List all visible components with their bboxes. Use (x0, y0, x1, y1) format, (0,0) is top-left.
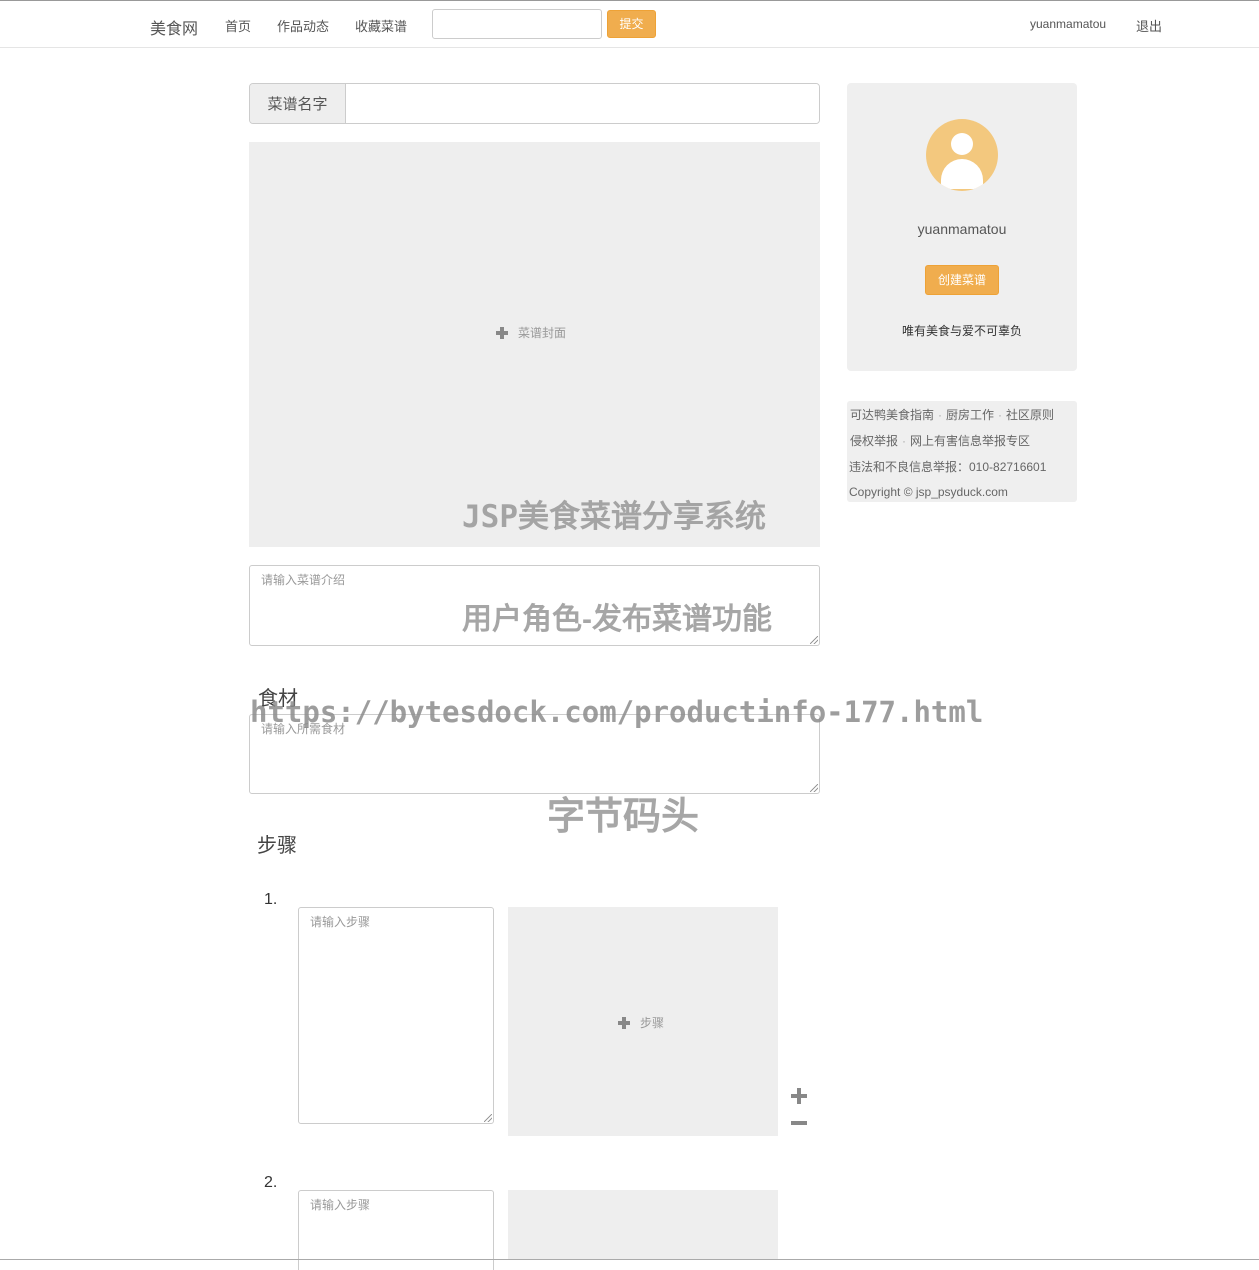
logout-link[interactable]: 退出 (1136, 16, 1162, 35)
recipe-name-label: 菜谱名字 (250, 84, 346, 123)
profile-username: yuanmamatou (917, 221, 1007, 237)
plus-icon (618, 1016, 630, 1029)
footer-copyright: Copyright © jsp_psyduck.com (849, 485, 1008, 499)
recipe-name-input[interactable] (346, 84, 819, 123)
step-photo-upload[interactable]: 步骤 (508, 907, 778, 1136)
divider (0, 1259, 1259, 1260)
footer-links-panel: 可达鸭美食指南 · 厨房工作 · 社区原则 侵权举报 · 网上有害信息举报专区 违法和不良信… (847, 401, 1077, 502)
add-step-icon[interactable] (791, 1088, 807, 1104)
nav-username-link[interactable]: yuanmamatou (1030, 17, 1106, 31)
profile-motto: 唯有美食与爱不可辜负 (901, 324, 1022, 338)
step-placeholder: 请输入步骤 (310, 915, 371, 929)
brand-link[interactable]: 美食网 (150, 15, 198, 39)
cover-upload-label: 菜谱封面 (496, 324, 566, 341)
footer-link-kitchen-jobs[interactable]: 厨房工作 (946, 408, 994, 422)
ingredients-title: 食材 (258, 688, 298, 710)
ingredients-placeholder: 请输入所需食材 (261, 722, 346, 736)
search-input[interactable] (432, 9, 602, 39)
step-photo-upload[interactable] (508, 1190, 778, 1259)
top-navbar: 美食网 首页 作品动态 收藏菜谱 提交 yuanmamatou 退出 (0, 1, 1259, 48)
cover-upload-area[interactable]: 菜谱封面 (249, 142, 820, 547)
nav-link-home[interactable]: 首页 (225, 16, 251, 35)
step-textarea[interactable]: 请输入步骤 (298, 907, 494, 1124)
footer-link-guide[interactable]: 可达鸭美食指南 (850, 408, 934, 422)
search-submit-button[interactable]: 提交 (607, 10, 656, 38)
nav-link-activity[interactable]: 作品动态 (277, 16, 329, 35)
footer-link-harmful-info[interactable]: 网上有害信息举报专区 (910, 434, 1030, 448)
profile-card: yuanmamatou 创建菜谱 唯有美食与爱不可辜负 (847, 83, 1077, 371)
step-photo-label: 步骤 (618, 1014, 664, 1031)
steps-title: 步骤 (257, 835, 297, 857)
avatar (926, 119, 998, 191)
plus-icon (496, 326, 508, 339)
resize-handle-icon[interactable] (810, 784, 818, 792)
step-number: 1. (264, 891, 278, 908)
create-recipe-button[interactable]: 创建菜谱 (925, 265, 999, 295)
recipe-intro-placeholder: 请输入菜谱介绍 (261, 573, 346, 587)
recipe-intro-textarea[interactable]: 请输入菜谱介绍 (249, 565, 820, 646)
step-textarea[interactable]: 请输入步骤 (298, 1190, 494, 1270)
resize-handle-icon[interactable] (484, 1114, 492, 1122)
nav-link-favorites[interactable]: 收藏菜谱 (355, 16, 407, 35)
footer-report-hotline: 违法和不良信息举报：010-82716601 (849, 460, 1047, 474)
footer-link-infringement[interactable]: 侵权举报 (850, 434, 898, 448)
user-icon (951, 133, 973, 155)
step-photo-text: 步骤 (640, 1016, 665, 1030)
cover-upload-text: 菜谱封面 (518, 326, 567, 340)
ingredients-textarea[interactable]: 请输入所需食材 (249, 714, 820, 794)
footer-link-community-rules[interactable]: 社区原则 (1006, 408, 1054, 422)
step-placeholder: 请输入步骤 (310, 1198, 371, 1212)
resize-handle-icon[interactable] (810, 636, 818, 644)
step-number: 2. (264, 1174, 278, 1191)
recipe-name-group: 菜谱名字 (249, 83, 820, 124)
remove-step-icon[interactable] (791, 1115, 807, 1131)
